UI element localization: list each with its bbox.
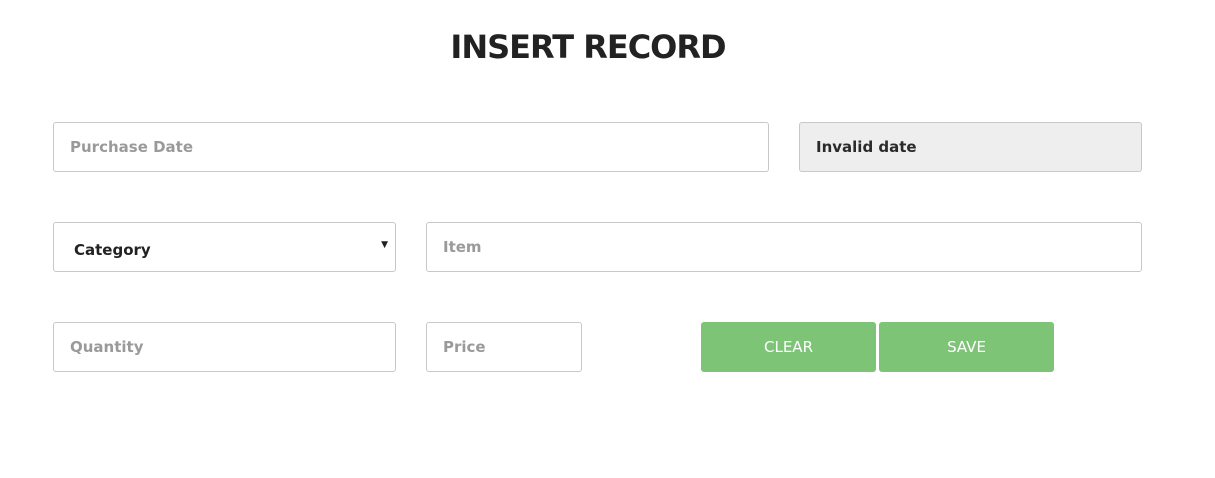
category-select[interactable]: Category ▼ [53, 222, 396, 272]
date-display-field: Invalid date [799, 122, 1142, 172]
item-input[interactable] [426, 222, 1142, 272]
category-select-value: Category [74, 241, 151, 259]
page-title: INSERT RECORD [450, 28, 726, 66]
clear-button[interactable]: CLEAR [701, 322, 876, 372]
chevron-down-icon: ▼ [381, 240, 388, 250]
quantity-input[interactable] [53, 322, 396, 372]
save-button[interactable]: SAVE [879, 322, 1054, 372]
purchase-date-input[interactable] [53, 122, 769, 172]
price-input[interactable] [426, 322, 582, 372]
